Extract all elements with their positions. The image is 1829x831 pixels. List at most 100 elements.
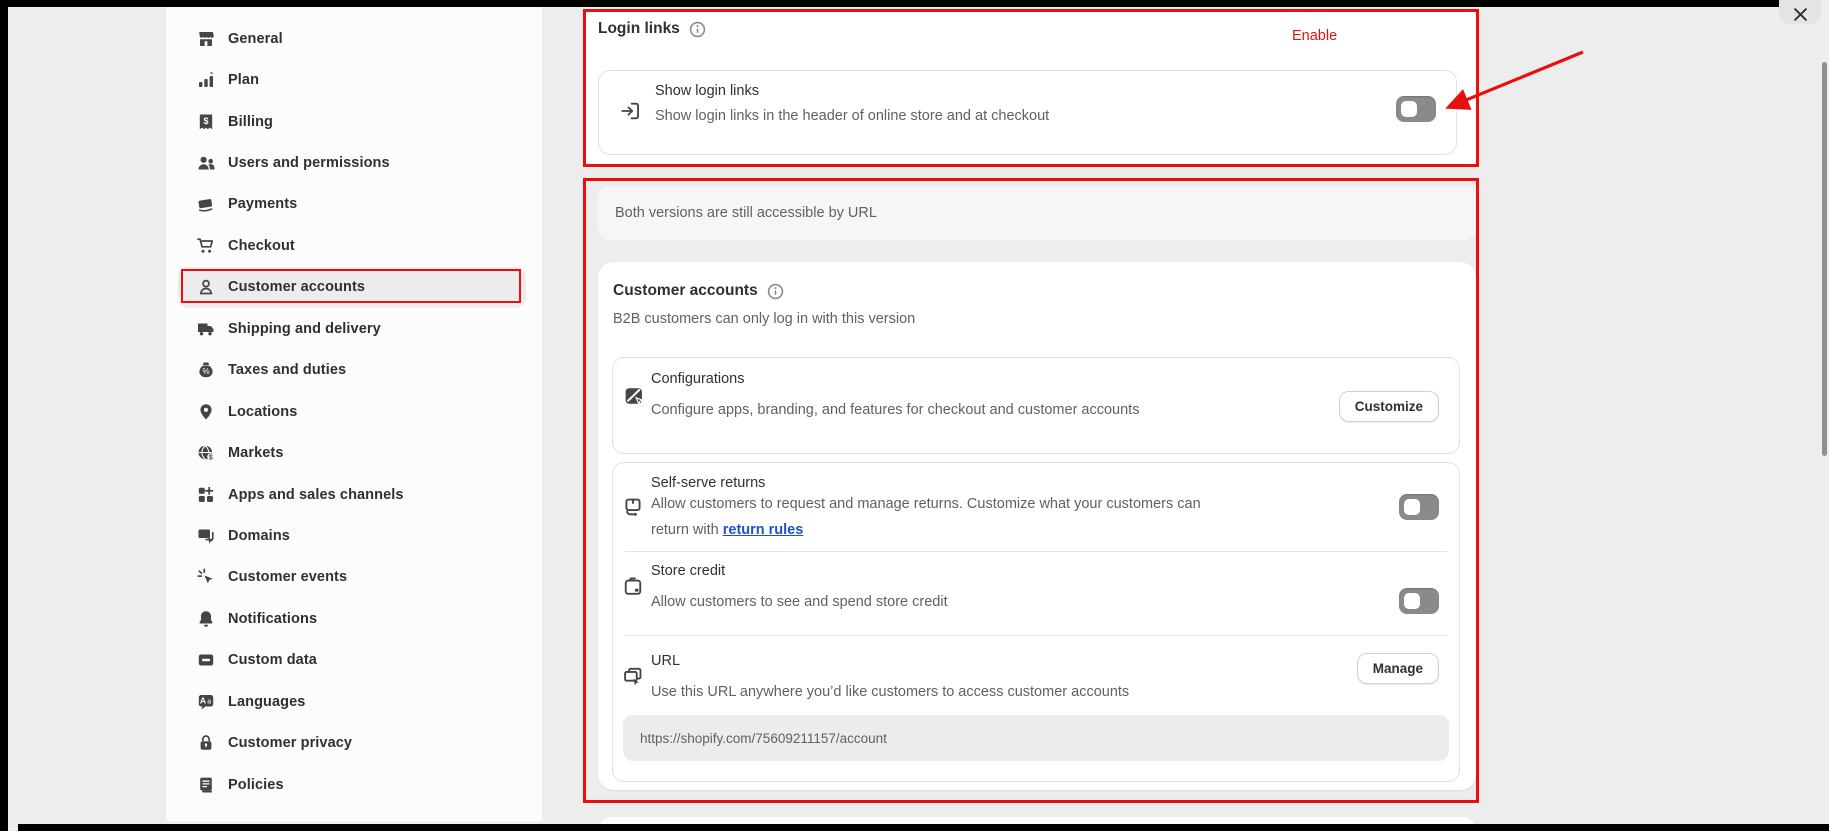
sidebar-item-label: Plan xyxy=(228,72,259,88)
settings-sidebar: General Plan $ Billing Users and permiss… xyxy=(166,7,542,821)
toggle-knob xyxy=(1404,593,1420,609)
customize-button[interactable]: Customize xyxy=(1339,391,1439,422)
self-serve-returns-title: Self-serve returns xyxy=(651,475,765,491)
self-serve-returns-icon xyxy=(622,496,644,523)
divider xyxy=(625,635,1447,636)
sidebar-item-label: Policies xyxy=(228,777,284,793)
divider xyxy=(625,551,1447,552)
sidebar-item-customer-privacy[interactable]: Customer privacy xyxy=(178,722,526,763)
sidebar-item-label: Languages xyxy=(228,694,305,710)
translate-icon: Aa xyxy=(196,692,216,712)
cart-icon xyxy=(196,236,216,256)
show-login-links-card: Show login links Show login links in the… xyxy=(598,70,1457,155)
store-credit-title: Store credit xyxy=(651,563,725,579)
info-banner-text: Both versions are still accessible by UR… xyxy=(615,205,877,221)
domains-icon xyxy=(196,526,216,546)
sidebar-item-languages[interactable]: Aa Languages xyxy=(178,681,526,722)
svg-text:a: a xyxy=(207,698,211,705)
policy-doc-icon xyxy=(196,775,216,795)
sidebar-item-domains[interactable]: Domains xyxy=(178,515,526,556)
self-serve-returns-toggle[interactable] xyxy=(1399,494,1439,520)
store-credit-toggle[interactable] xyxy=(1399,588,1439,614)
globe-dollar-icon: $ xyxy=(196,443,216,463)
sidebar-item-users-and-permissions[interactable]: Users and permissions xyxy=(178,142,526,183)
sidebar-item-customer-accounts[interactable]: Customer accounts xyxy=(178,267,526,308)
close-button[interactable] xyxy=(1779,0,1821,24)
lock-icon xyxy=(196,733,216,753)
configurations-description: Configure apps, branding, and features f… xyxy=(651,397,1139,423)
sidebar-item-locations[interactable]: Locations xyxy=(178,391,526,432)
login-enter-icon xyxy=(619,100,641,127)
sidebar-item-checkout[interactable]: Checkout xyxy=(178,225,526,266)
sidebar-item-billing[interactable]: $ Billing xyxy=(178,101,526,142)
toggle-knob xyxy=(1404,499,1420,515)
sidebar-item-shipping-and-delivery[interactable]: Shipping and delivery xyxy=(178,308,526,349)
store-icon xyxy=(196,29,216,49)
sidebar-item-label: Locations xyxy=(228,404,297,420)
customer-accounts-section: Customer accounts B2B customers can only… xyxy=(598,262,1476,790)
click-spark-icon xyxy=(196,567,216,587)
sidebar-item-apps-and-sales-channels[interactable]: Apps and sales channels xyxy=(178,474,526,515)
show-login-links-title: Show login links xyxy=(655,83,759,99)
truck-icon xyxy=(196,319,216,339)
sidebar-item-custom-data[interactable]: Custom data xyxy=(178,640,526,681)
configurations-card: Configurations Configure apps, branding,… xyxy=(612,357,1460,454)
sidebar-item-label: Shipping and delivery xyxy=(228,321,381,337)
plan-chart-icon xyxy=(196,70,216,90)
sidebar-item-plan[interactable]: Plan xyxy=(178,59,526,100)
toggle-knob xyxy=(1401,101,1417,117)
bell-icon xyxy=(196,609,216,629)
svg-text:%: % xyxy=(202,367,209,376)
screen-edge xyxy=(18,824,1829,831)
show-login-links-description: Show login links in the header of online… xyxy=(655,108,1049,124)
configurations-icon xyxy=(622,384,646,413)
account-url-value: https://shopify.com/75609211157/account xyxy=(640,731,887,746)
customer-accounts-options-card: Self-serve returns Allow customers to re… xyxy=(612,462,1460,782)
sidebar-item-customer-events[interactable]: Customer events xyxy=(178,557,526,598)
sidebar-item-label: Checkout xyxy=(228,238,295,254)
login-links-section: Login links Enable Show login links Show… xyxy=(583,9,1479,167)
sidebar-item-label: Customer accounts xyxy=(228,279,365,295)
manage-button[interactable]: Manage xyxy=(1357,653,1439,684)
login-links-title: Login links xyxy=(598,20,680,38)
sidebar-item-label: Apps and sales channels xyxy=(228,487,404,503)
return-rules-link[interactable]: return rules xyxy=(723,522,804,538)
payments-icon xyxy=(196,194,216,214)
sidebar-item-label: Customer events xyxy=(228,569,347,585)
url-description: Use this URL anywhere you’d like custome… xyxy=(651,679,1129,705)
person-icon xyxy=(196,277,216,297)
data-slot-icon xyxy=(196,650,216,670)
info-banner: Both versions are still accessible by UR… xyxy=(598,186,1476,240)
sidebar-item-label: Markets xyxy=(228,445,284,461)
sidebar-item-markets[interactable]: $ Markets xyxy=(178,432,526,473)
money-bag-icon: % xyxy=(196,360,216,380)
scrollbar-thumb[interactable] xyxy=(1822,62,1827,456)
sidebar-item-label: Notifications xyxy=(228,611,317,627)
sidebar-item-taxes-and-duties[interactable]: % Taxes and duties xyxy=(178,350,526,391)
show-login-links-toggle[interactable] xyxy=(1396,96,1436,122)
sidebar-item-label: Users and permissions xyxy=(228,155,390,171)
info-icon[interactable] xyxy=(767,283,784,300)
sidebar-item-payments[interactable]: Payments xyxy=(178,184,526,225)
annotation-enable-label: Enable xyxy=(1292,28,1337,44)
account-url-field[interactable]: https://shopify.com/75609211157/account xyxy=(623,715,1449,761)
receipt-icon: $ xyxy=(196,112,216,132)
screen-edge xyxy=(0,0,1779,7)
sidebar-item-label: Domains xyxy=(228,528,290,544)
customer-accounts-title: Customer accounts xyxy=(613,282,758,300)
sidebar-item-policies[interactable]: Policies xyxy=(178,764,526,805)
apps-grid-icon xyxy=(196,485,216,505)
screen-edge xyxy=(0,0,8,831)
sidebar-item-notifications[interactable]: Notifications xyxy=(178,598,526,639)
svg-text:$: $ xyxy=(209,454,213,461)
sidebar-item-label: Billing xyxy=(228,114,273,130)
sidebar-item-general[interactable]: General xyxy=(178,18,526,59)
store-credit-description: Allow customers to see and spend store c… xyxy=(651,589,948,615)
url-pages-icon xyxy=(622,666,644,693)
info-icon[interactable] xyxy=(689,21,706,38)
customer-accounts-subtitle: B2B customers can only log in with this … xyxy=(613,311,915,327)
url-title: URL xyxy=(651,653,680,669)
sidebar-item-label: Payments xyxy=(228,196,297,212)
location-pin-icon xyxy=(196,402,216,422)
self-serve-returns-description: Allow customers to request and manage re… xyxy=(651,491,1201,543)
